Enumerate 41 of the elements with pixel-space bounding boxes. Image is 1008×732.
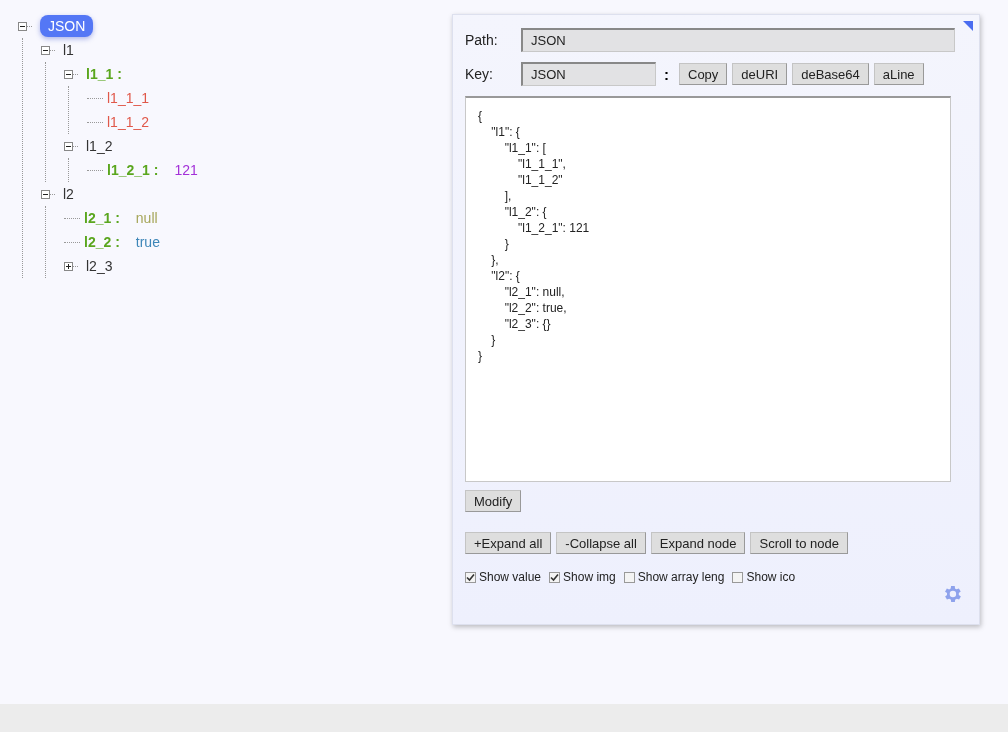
tree-node[interactable]: l1_1_1 (107, 90, 150, 106)
expand-toggle[interactable] (64, 261, 73, 271)
root-node[interactable]: JSON (40, 15, 94, 37)
collapse-toggle[interactable] (41, 45, 50, 55)
plus-icon (65, 262, 72, 270)
checkbox-label: Show ico (746, 570, 796, 584)
tree-action-button[interactable]: -Collapse all (556, 532, 646, 554)
key-action-button[interactable]: deURI (732, 63, 788, 85)
checkbox[interactable] (732, 571, 744, 583)
tree-node-value: 121 (174, 162, 198, 178)
path-field[interactable]: JSON (521, 28, 955, 52)
collapse-toggle[interactable] (64, 69, 73, 79)
key-action-button[interactable]: aLine (873, 63, 924, 85)
key-action-button[interactable]: deBase64 (792, 63, 869, 85)
tree-node[interactable]: l1_1_2 (107, 114, 150, 130)
tree-node[interactable]: l1_2 (86, 138, 113, 154)
path-label: Path: (465, 32, 499, 48)
collapse-toggle[interactable] (64, 141, 73, 151)
tree-node-value: null (135, 210, 158, 226)
modify-button[interactable]: Modify (465, 490, 522, 512)
collapse-toggle[interactable] (18, 21, 27, 31)
tree-node[interactable]: l1 (63, 42, 74, 58)
checkbox[interactable] (549, 571, 561, 583)
tree-action-button[interactable]: Scroll to node (750, 532, 848, 554)
checkbox-label: Show value (479, 570, 542, 584)
checkbox[interactable] (465, 571, 476, 583)
tree-action-button[interactable]: Expand node (650, 532, 746, 554)
tree-node[interactable]: l2_3 (86, 258, 113, 274)
tree-action-button[interactable]: +Expand all (465, 532, 552, 554)
corner-triangle-icon[interactable] (963, 21, 973, 31)
key-action-button[interactable]: Copy (679, 63, 728, 85)
key-field[interactable]: JSON (521, 62, 656, 86)
json-text-area[interactable]: { "l1": { "l1_1": [ "l1_1_1", "l1_1_2" ], "l1_2": { "l1_2_1": 121 } }, "l2": { "l2_1": null, "l2_2": true, "l2_3": {} } } (465, 96, 951, 482)
tree-node-value: true (135, 234, 160, 250)
collapse-toggle[interactable] (41, 189, 50, 199)
key-label: Key: (465, 66, 494, 82)
tree-node[interactable]: l2 (63, 186, 74, 202)
checkbox-label: Show img (563, 570, 616, 584)
checkbox[interactable] (623, 571, 635, 583)
separator-text: : (664, 65, 669, 83)
checkbox-label: Show array leng (637, 570, 725, 584)
